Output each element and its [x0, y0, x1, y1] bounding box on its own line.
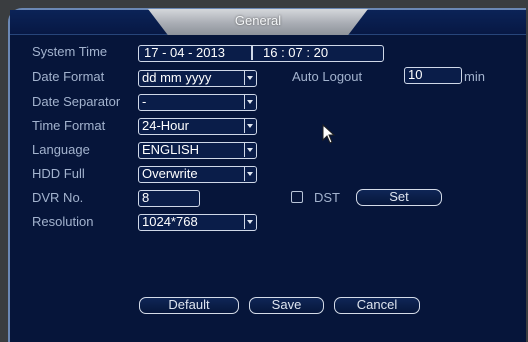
chevron-down-icon[interactable] — [244, 95, 256, 109]
auto-logout-label: Auto Logout — [292, 69, 363, 84]
date-format-value: dd mm yyyy — [142, 70, 212, 85]
default-button[interactable]: Default — [139, 297, 239, 314]
mouse-pointer-icon — [322, 124, 336, 144]
time-format-value: 24-Hour — [142, 118, 189, 133]
time-format-select[interactable]: 24-Hour — [138, 118, 257, 135]
dvr-no-input[interactable]: 8 — [138, 190, 200, 207]
language-select[interactable]: ENGLISH — [138, 142, 257, 159]
chevron-down-icon[interactable] — [244, 119, 256, 133]
cancel-button[interactable]: Cancel — [334, 297, 420, 314]
dst-set-button[interactable]: Set — [356, 189, 442, 206]
auto-logout-input[interactable]: 10 — [404, 67, 462, 84]
date-value[interactable]: 17 - 04 - 2013 — [144, 46, 225, 60]
date-separator-label: Date Separator — [32, 94, 121, 109]
save-button[interactable]: Save — [249, 297, 324, 314]
hdd-full-value: Overwrite — [142, 166, 198, 181]
dvr-no-label: DVR No. — [32, 190, 84, 205]
date-separator-select[interactable]: - — [138, 94, 257, 111]
hdd-full-select[interactable]: Overwrite — [138, 166, 257, 183]
tab-general[interactable]: General — [148, 9, 368, 35]
language-label: Language — [32, 142, 90, 157]
date-format-select[interactable]: dd mm yyyy — [138, 70, 257, 87]
language-value: ENGLISH — [142, 142, 200, 157]
chevron-down-icon[interactable] — [244, 71, 256, 85]
time-separator-divider — [251, 46, 253, 60]
tab-bar: General — [10, 9, 526, 35]
date-format-label: Date Format — [32, 69, 105, 84]
system-time-field[interactable]: 17 - 04 - 2013 16 : 07 : 20 — [138, 45, 384, 62]
date-separator-value: - — [142, 94, 147, 109]
resolution-value: 1024*768 — [142, 214, 198, 229]
resolution-select[interactable]: 1024*768 — [138, 214, 257, 231]
chevron-down-icon[interactable] — [244, 215, 256, 229]
time-format-label: Time Format — [32, 118, 106, 133]
hdd-full-label: HDD Full — [32, 166, 85, 181]
system-time-label: System Time — [32, 44, 108, 59]
time-value[interactable]: 16 : 07 : 20 — [263, 46, 328, 60]
resolution-label: Resolution — [32, 214, 94, 229]
chevron-down-icon[interactable] — [244, 143, 256, 157]
chevron-down-icon[interactable] — [244, 167, 256, 181]
dst-checkbox[interactable] — [291, 191, 303, 203]
dst-label: DST — [314, 190, 340, 205]
auto-logout-unit: min — [464, 69, 485, 84]
